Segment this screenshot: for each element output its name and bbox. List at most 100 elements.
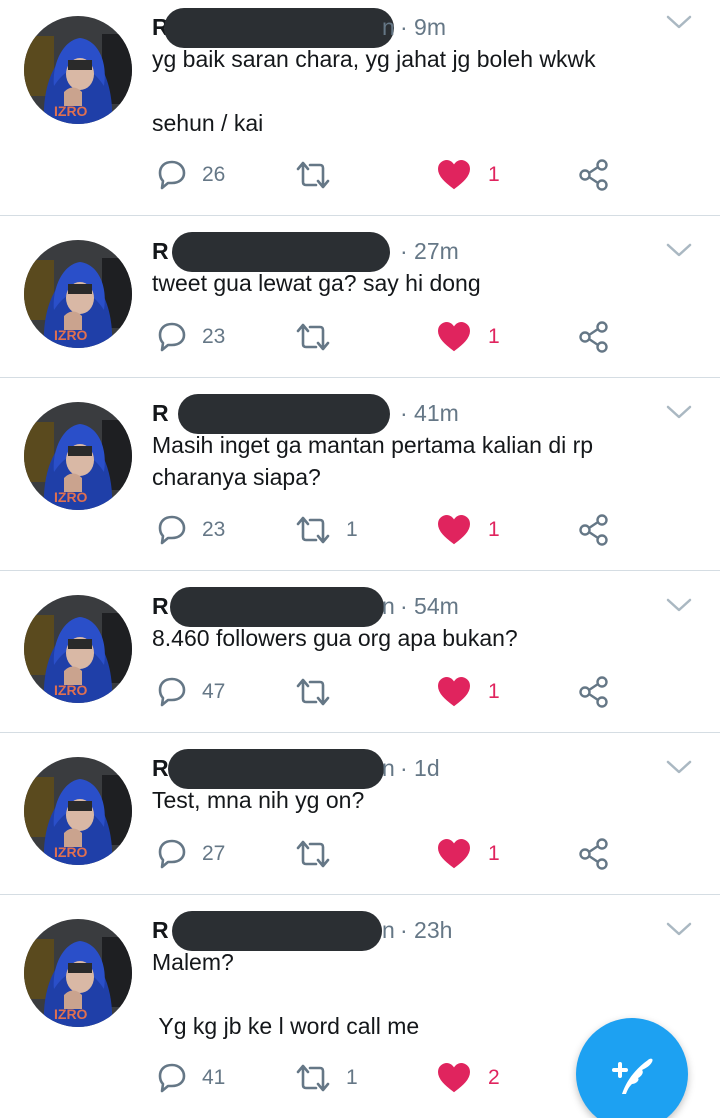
like-button[interactable]: 1 bbox=[438, 510, 500, 550]
display-name[interactable]: R bbox=[152, 915, 169, 945]
share-button[interactable] bbox=[578, 510, 610, 550]
avatar[interactable]: IZRO bbox=[24, 16, 132, 124]
like-button[interactable]: 1 bbox=[438, 317, 500, 357]
like-button[interactable]: 1 bbox=[438, 155, 500, 195]
retweet-count: 1 bbox=[346, 1066, 358, 1089]
tweet[interactable]: IZRO R · 41m Masih inget ga mantan perta… bbox=[0, 378, 720, 570]
like-button[interactable]: 2 bbox=[438, 1058, 500, 1098]
tweet-header: R · 41m bbox=[152, 394, 662, 434]
reply-icon bbox=[158, 515, 186, 545]
reply-count: 27 bbox=[202, 842, 226, 865]
tweet-text: yg baik saran chara, yg jahat jg boleh w… bbox=[152, 46, 596, 136]
display-name[interactable]: R bbox=[152, 236, 169, 266]
reply-icon bbox=[158, 1063, 186, 1093]
chevron-down-icon[interactable] bbox=[666, 14, 692, 30]
tweet-text: Malem? Yg kg jb ke l word call me bbox=[152, 949, 420, 1039]
retweet-button[interactable]: 1 bbox=[294, 1058, 358, 1098]
chevron-down-icon[interactable] bbox=[666, 759, 692, 775]
reply-icon bbox=[158, 322, 186, 352]
compose-tweet-button[interactable] bbox=[576, 1018, 688, 1118]
timestamp[interactable]: · 9m bbox=[400, 12, 446, 42]
reply-button[interactable]: 23 bbox=[154, 317, 225, 357]
retweet-count: 1 bbox=[346, 518, 358, 541]
reply-icon bbox=[158, 677, 186, 707]
timestamp[interactable]: · 27m bbox=[400, 236, 459, 266]
avatar-image: IZRO bbox=[24, 16, 132, 124]
avatar[interactable]: IZRO bbox=[24, 240, 132, 348]
reply-button[interactable]: 47 bbox=[154, 672, 225, 712]
retweet-button[interactable] bbox=[294, 155, 346, 195]
reply-count: 26 bbox=[202, 163, 226, 186]
heart-icon bbox=[438, 322, 470, 352]
chevron-down-icon[interactable] bbox=[666, 921, 692, 937]
svg-text:IZRO: IZRO bbox=[54, 103, 88, 119]
tweet-actions: 27 1 bbox=[152, 834, 622, 874]
chevron-down-icon[interactable] bbox=[666, 404, 692, 420]
reply-button[interactable]: 26 bbox=[154, 155, 225, 195]
svg-text:IZRO: IZRO bbox=[54, 489, 88, 505]
tweet-header: R n · 23h bbox=[152, 911, 662, 951]
like-count: 1 bbox=[488, 680, 500, 703]
like-count: 1 bbox=[488, 842, 500, 865]
display-name[interactable]: R bbox=[152, 753, 169, 783]
timestamp[interactable]: · 23h bbox=[400, 915, 452, 945]
tweet-text: tweet gua lewat ga? say hi dong bbox=[152, 270, 481, 296]
like-button[interactable]: 1 bbox=[438, 672, 500, 712]
like-button[interactable]: 1 bbox=[438, 834, 500, 874]
avatar[interactable]: IZRO bbox=[24, 919, 132, 1027]
tweet-text: Masih inget ga mantan pertama kalian di … bbox=[152, 432, 594, 490]
tweet[interactable]: IZRO R · 27m tweet gua lewat ga? say hi … bbox=[0, 216, 720, 377]
share-button[interactable] bbox=[578, 834, 610, 874]
display-name[interactable]: R bbox=[152, 591, 169, 621]
avatar[interactable]: IZRO bbox=[24, 595, 132, 703]
like-count: 2 bbox=[488, 1066, 500, 1089]
retweet-button[interactable] bbox=[294, 672, 346, 712]
reply-count: 41 bbox=[202, 1066, 226, 1089]
timestamp[interactable]: · 41m bbox=[400, 398, 459, 428]
tweet-actions: 23 1 bbox=[152, 317, 622, 357]
share-button[interactable] bbox=[578, 155, 610, 195]
reply-count: 23 bbox=[202, 518, 226, 541]
reply-icon bbox=[158, 839, 186, 869]
avatar[interactable]: IZRO bbox=[24, 757, 132, 865]
redaction-bar bbox=[170, 587, 384, 627]
tweet[interactable]: IZRO R n · 1d Test, mna nih yg on? 27 1 bbox=[0, 733, 720, 894]
redaction-bar bbox=[172, 232, 390, 272]
heart-icon bbox=[438, 515, 470, 545]
heart-icon bbox=[438, 160, 470, 190]
reply-button[interactable]: 41 bbox=[154, 1058, 225, 1098]
retweet-icon bbox=[296, 323, 330, 351]
tweet-header: R n · 9m bbox=[152, 8, 662, 48]
reply-count: 23 bbox=[202, 325, 226, 348]
avatar-image: IZRO bbox=[24, 402, 132, 510]
tweet-actions: 41 1 2 bbox=[152, 1058, 622, 1098]
share-button[interactable] bbox=[578, 672, 610, 712]
reply-button[interactable]: 23 bbox=[154, 510, 225, 550]
share-icon bbox=[579, 676, 608, 708]
retweet-icon bbox=[296, 516, 330, 544]
redaction-bar bbox=[172, 911, 382, 951]
reply-button[interactable]: 27 bbox=[154, 834, 225, 874]
timestamp[interactable]: · 1d bbox=[400, 753, 440, 783]
display-name[interactable]: R bbox=[152, 398, 169, 428]
avatar[interactable]: IZRO bbox=[24, 402, 132, 510]
tweet-text: 8.460 followers gua org apa bukan? bbox=[152, 625, 518, 651]
tweet-header: R n · 1d bbox=[152, 749, 662, 789]
chevron-down-icon[interactable] bbox=[666, 597, 692, 613]
like-count: 1 bbox=[488, 163, 500, 186]
tweet-header: R · 27m bbox=[152, 232, 662, 272]
avatar-image: IZRO bbox=[24, 919, 132, 1027]
retweet-icon bbox=[296, 161, 330, 189]
retweet-button[interactable] bbox=[294, 317, 346, 357]
tweet-actions: 26 1 bbox=[152, 155, 622, 195]
tweet[interactable]: IZRO R n · 9m yg baik saran chara, yg ja… bbox=[0, 0, 720, 215]
share-icon bbox=[579, 321, 608, 353]
retweet-button[interactable]: 1 bbox=[294, 510, 358, 550]
tweet[interactable]: IZRO R n · 54m 8.460 followers gua org a… bbox=[0, 571, 720, 732]
avatar-image: IZRO bbox=[24, 595, 132, 703]
reply-count: 47 bbox=[202, 680, 226, 703]
share-button[interactable] bbox=[578, 317, 610, 357]
timestamp[interactable]: · 54m bbox=[400, 591, 459, 621]
chevron-down-icon[interactable] bbox=[666, 242, 692, 258]
retweet-button[interactable] bbox=[294, 834, 346, 874]
